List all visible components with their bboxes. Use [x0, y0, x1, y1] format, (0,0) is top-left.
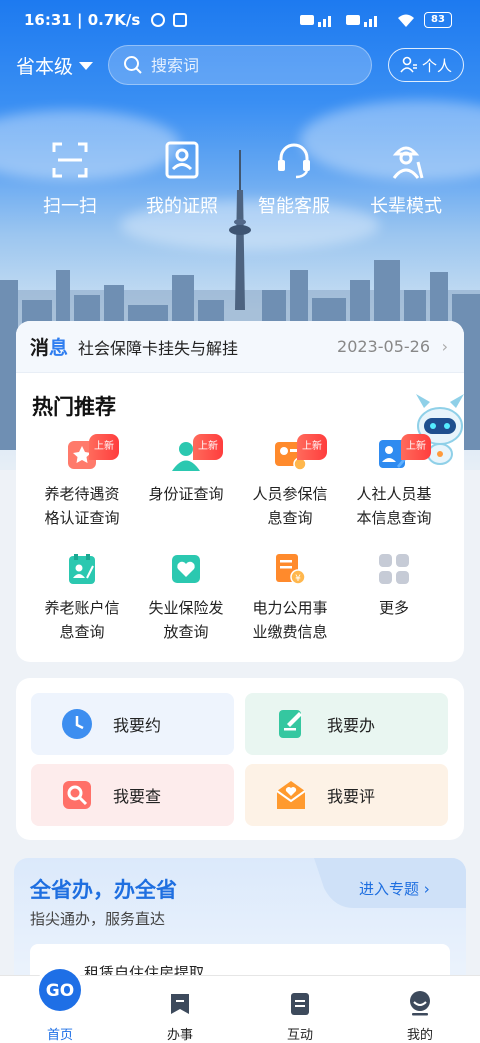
chevron-right-icon: ›	[423, 880, 430, 898]
tile-handle[interactable]: 我要办	[245, 693, 448, 755]
message-text: 社会保障卡挂失与解挂	[78, 338, 239, 358]
home-logo-icon: GO	[35, 965, 85, 1015]
elder-icon	[392, 146, 424, 179]
message-tag: 消息	[30, 337, 69, 359]
quick-customer-service-label: 智能客服	[258, 196, 330, 217]
nav-home-label: 首页	[46, 1028, 73, 1043]
tile-evaluate[interactable]: 我要评	[245, 764, 448, 826]
user-icon	[400, 56, 417, 73]
tile-label: 我要评	[327, 787, 376, 806]
service-label-line1: 身份证查询	[148, 485, 224, 503]
service-hr-basic-info[interactable]: 上新 人社人员基本信息查询	[336, 434, 452, 530]
alarm-icon	[151, 13, 187, 27]
banner-link[interactable]: 进入专题 ›	[359, 878, 430, 899]
service-label-line1: 养老账户信	[44, 599, 120, 617]
quick-scan[interactable]: 扫一扫	[10, 140, 130, 218]
quick-my-licenses[interactable]: 我的证照	[122, 140, 242, 218]
nav-services[interactable]: 办事	[120, 976, 240, 1043]
magnifier-icon	[63, 781, 91, 809]
battery-icon: 83	[424, 12, 452, 28]
service-label-line2: 息查询	[59, 623, 105, 641]
service-pension-account[interactable]: 养老账户信 息查询	[24, 552, 140, 644]
service-label-line2: 放查询	[163, 623, 209, 641]
service-label-line1: 电力公用事	[252, 599, 328, 617]
service-label-line2: 格认证查询	[44, 509, 120, 527]
tile-label: 我要约	[113, 716, 162, 735]
person-icon: 上新	[169, 434, 223, 472]
bill-icon: ¥	[273, 552, 307, 586]
tile-appointment[interactable]: 我要约	[31, 693, 234, 755]
tile-query[interactable]: 我要查	[31, 764, 234, 826]
search-box[interactable]	[108, 45, 372, 85]
quick-elder-mode-label: 长辈模式	[370, 196, 442, 217]
new-badge: 上新	[297, 434, 327, 460]
service-label-line1: 养老待遇资	[44, 485, 120, 503]
nav-mine-label: 我的	[406, 1028, 433, 1043]
svg-text:¥: ¥	[295, 574, 301, 584]
nav-mine[interactable]: 我的	[360, 976, 480, 1043]
quick-my-licenses-label: 我的证照	[146, 196, 218, 217]
tile-label: 我要办	[327, 716, 376, 735]
new-badge: 上新	[401, 434, 431, 460]
status-time: 16:31 | 0.7K/s	[24, 11, 141, 29]
service-label-line1: 人社人员基	[356, 485, 432, 503]
service-label-line1: 更多	[378, 599, 409, 617]
nav-services-label: 办事	[166, 1028, 193, 1043]
message-date: 2023-05-26	[337, 337, 430, 356]
nav-interact-label: 互动	[286, 1028, 313, 1043]
service-label-line1: 失业保险发	[148, 599, 224, 617]
document-edit-icon	[279, 710, 302, 738]
service-insured-info[interactable]: 上新 人员参保信息查询	[232, 434, 348, 530]
service-utility-payment[interactable]: ¥ 电力公用事业缴费信息	[232, 552, 348, 644]
envelope-heart-icon	[276, 781, 306, 809]
pension-badge-icon: 上新	[65, 434, 119, 472]
tile-label: 我要查	[113, 787, 162, 806]
account-book-icon	[65, 552, 99, 586]
banner-title: 全省办，办全省	[30, 878, 177, 902]
service-more[interactable]: 更多	[336, 552, 452, 620]
svg-text:GO: GO	[46, 981, 74, 1001]
insurance-card-icon: 上新	[273, 434, 327, 472]
banner-subtitle: 指尖通办，服务直达	[30, 910, 166, 928]
search-icon	[124, 56, 142, 74]
new-badge: 上新	[89, 434, 119, 460]
nav-interact[interactable]: 互动	[240, 976, 360, 1043]
new-badge: 上新	[193, 434, 223, 460]
profile-edit-icon: 上新	[377, 434, 431, 472]
bookmark-icon	[171, 994, 189, 1014]
quick-customer-service[interactable]: 智能客服	[234, 140, 354, 218]
service-label-line2: 息查询	[267, 509, 313, 527]
personal-button[interactable]: 个人	[388, 48, 464, 82]
service-label-line2: 本信息查询	[356, 509, 432, 527]
grid-icon	[377, 552, 411, 586]
bottom-navigation: GO 首页 办事 互动 我的	[0, 965, 480, 1043]
quick-scan-label: 扫一扫	[43, 196, 97, 217]
signal-icon	[300, 15, 377, 27]
heart-icon	[169, 552, 203, 586]
message-bar[interactable]: 消息 社会保障卡挂失与解挂 2023-05-26 ›	[16, 321, 464, 373]
status-bar: 16:31 | 0.7K/s 83	[0, 0, 480, 40]
profile-icon	[410, 991, 430, 1016]
chevron-right-icon: ›	[441, 337, 448, 356]
service-label-line1: 人员参保信	[252, 485, 328, 503]
wifi-icon	[398, 14, 414, 27]
headset-icon	[278, 143, 310, 179]
region-selector[interactable]: 省本级	[16, 52, 94, 79]
id-card-icon	[165, 141, 199, 179]
nav-home[interactable]: GO 首页	[0, 965, 120, 1043]
search-input[interactable]	[151, 55, 351, 75]
clock-icon	[62, 709, 92, 739]
quick-elder-mode[interactable]: 长辈模式	[346, 140, 466, 218]
service-id-card-query[interactable]: 上新 身份证查询	[128, 434, 244, 506]
hot-title: 热门推荐	[32, 395, 116, 419]
service-pension-qualification[interactable]: 上新 养老待遇资格认证查询	[24, 434, 140, 530]
personal-label: 个人	[421, 56, 452, 75]
scan-icon	[52, 142, 88, 178]
document-icon	[291, 993, 309, 1015]
region-label: 省本级	[16, 56, 74, 78]
caret-down-icon	[79, 61, 94, 70]
service-label-line2: 业缴费信息	[252, 623, 328, 641]
service-unemployment[interactable]: 失业保险发 放查询	[128, 552, 244, 644]
